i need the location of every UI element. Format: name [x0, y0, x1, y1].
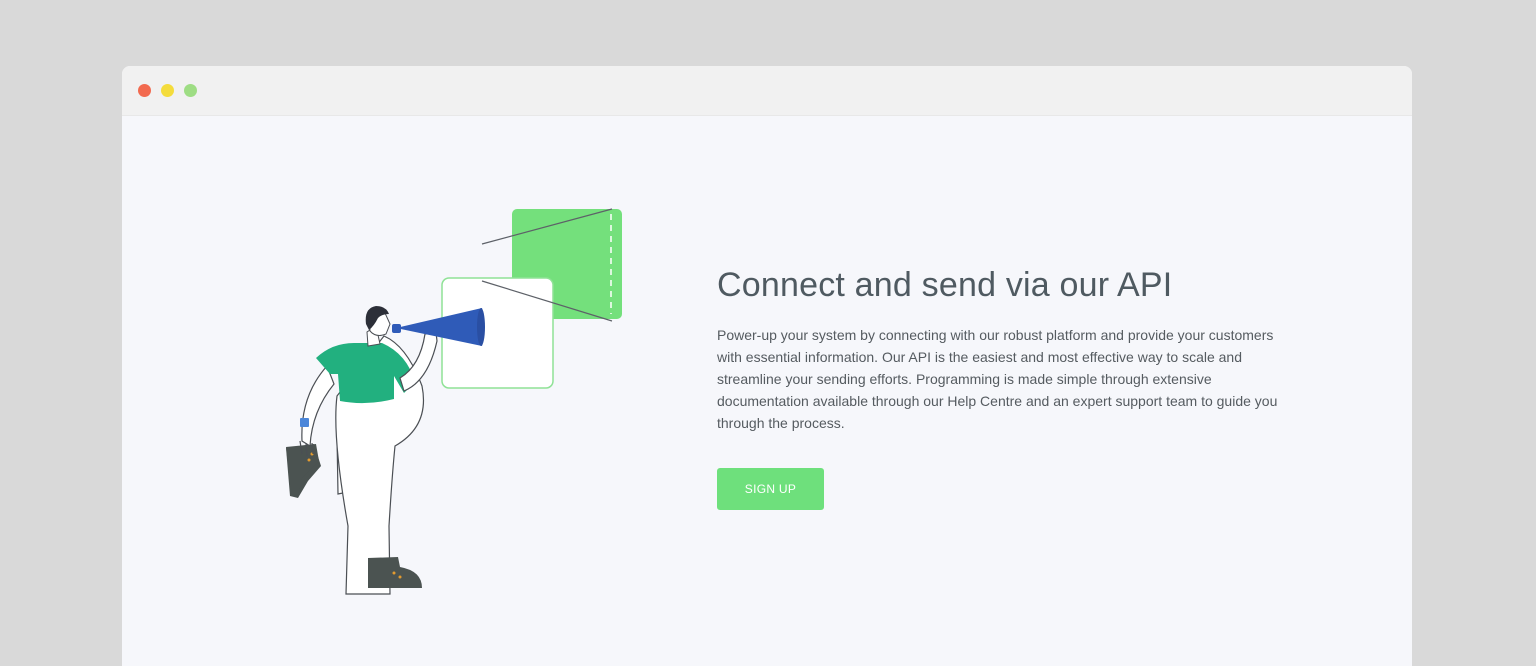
- hero-title: Connect and send via our API: [717, 266, 1173, 304]
- maximize-window-button[interactable]: [184, 84, 197, 97]
- hero-content: Connect and send via our API Power-up yo…: [717, 262, 1297, 510]
- hero-description: Power-up your system by connecting with …: [717, 327, 1278, 431]
- sign-up-button[interactable]: SIGN UP: [717, 468, 824, 510]
- window-titlebar: [122, 66, 1412, 116]
- close-window-button[interactable]: [138, 84, 151, 97]
- person-with-megaphone-icon: [272, 196, 652, 596]
- minimize-window-button[interactable]: [161, 84, 174, 97]
- browser-window: Connect and send via our API Power-up yo…: [122, 66, 1412, 666]
